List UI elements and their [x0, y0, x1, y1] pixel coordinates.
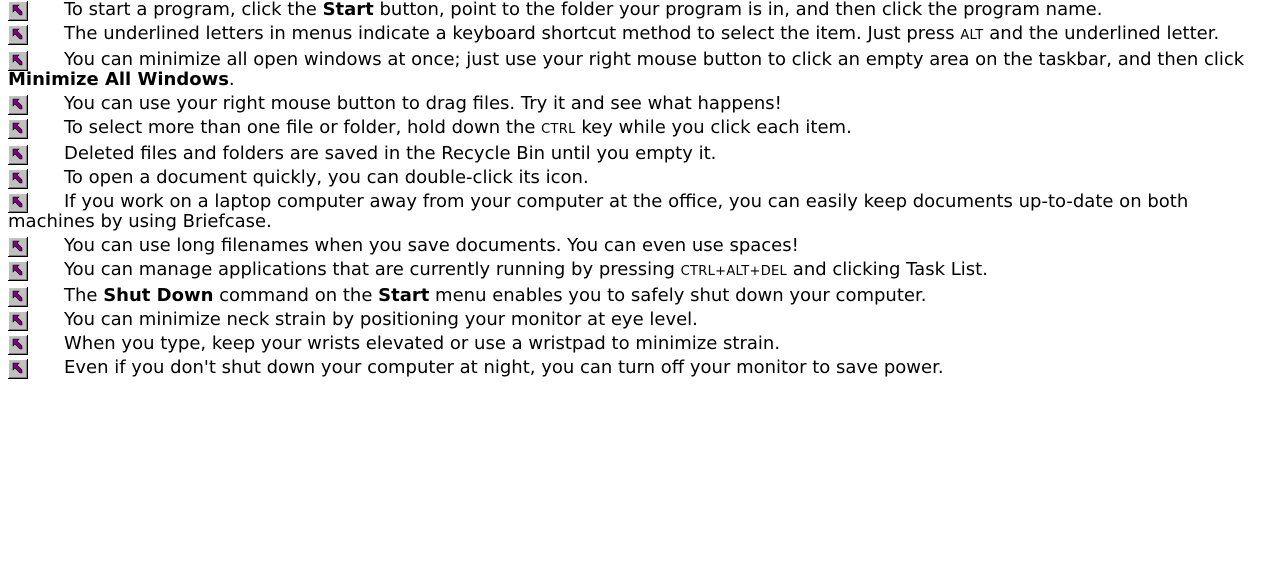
- tip-item: To select more than one file or folder, …: [8, 118, 1258, 140]
- shortcut-arrow-icon[interactable]: [8, 119, 28, 139]
- shortcut-arrow-icon[interactable]: [8, 359, 28, 379]
- shortcut-arrow-icon[interactable]: [8, 335, 28, 355]
- tip-item: Even if you don't shut down your compute…: [8, 357, 1258, 379]
- tip-emphasis: Shut Down: [103, 285, 214, 306]
- tip-text: Deleted files and folders are saved in t…: [64, 143, 717, 164]
- tip-text: When you type, keep your wrists elevated…: [64, 333, 781, 354]
- tip-text: The: [64, 285, 104, 306]
- tip-item: To start a program, click the Start butt…: [8, 0, 1258, 21]
- tip-text: menu enables you to safely shut down you…: [429, 285, 927, 306]
- tips-list: To start a program, click the Start butt…: [8, 0, 1258, 382]
- tip-key-name: CTRL: [541, 122, 576, 137]
- shortcut-arrow-icon[interactable]: [8, 169, 28, 189]
- tip-text: To select more than one file or folder, …: [64, 117, 542, 138]
- shortcut-arrow-icon[interactable]: [8, 1, 28, 21]
- tip-text: If you work on a laptop computer away fr…: [8, 191, 1189, 232]
- tip-item: You can use long filenames when you save…: [8, 235, 1258, 257]
- tip-item: You can minimize all open windows at onc…: [8, 50, 1258, 90]
- tip-text: You can use long filenames when you save…: [64, 235, 799, 256]
- tip-item: When you type, keep your wrists elevated…: [8, 333, 1258, 355]
- tip-emphasis: Start: [378, 285, 430, 306]
- tip-text: button, point to the folder your program…: [373, 0, 1103, 20]
- tip-emphasis: Minimize All Windows: [8, 69, 229, 90]
- shortcut-arrow-icon[interactable]: [8, 51, 28, 71]
- tip-emphasis: Start: [322, 0, 374, 20]
- tip-item: The Shut Down command on the Start menu …: [8, 285, 1258, 307]
- tip-key-name: ALT: [960, 28, 984, 43]
- tip-text: You can manage applications that are cur…: [64, 259, 681, 280]
- tip-item: Deleted files and folders are saved in t…: [8, 143, 1258, 165]
- shortcut-arrow-icon[interactable]: [8, 145, 28, 165]
- tip-item: To open a document quickly, you can doub…: [8, 167, 1258, 189]
- tip-text: You can minimize neck strain by position…: [64, 309, 698, 330]
- tip-text: Even if you don't shut down your compute…: [64, 357, 944, 378]
- tip-text: To start a program, click the: [64, 0, 323, 20]
- tip-text: The underlined letters in menus indicate…: [64, 23, 961, 44]
- tip-text: To open a document quickly, you can doub…: [64, 167, 589, 188]
- tip-key-name: CTRL+ALT+DEL: [680, 264, 788, 279]
- shortcut-arrow-icon[interactable]: [8, 287, 28, 307]
- shortcut-arrow-icon[interactable]: [8, 311, 28, 331]
- tip-item: The underlined letters in menus indicate…: [8, 24, 1258, 46]
- tip-text: You can minimize all open windows at onc…: [64, 49, 1245, 70]
- tip-text: and clicking Task List.: [787, 259, 988, 280]
- tip-text: .: [228, 69, 235, 90]
- tip-item: You can minimize neck strain by position…: [8, 309, 1258, 331]
- tip-item: If you work on a laptop computer away fr…: [8, 192, 1258, 232]
- tip-text: key while you click each item.: [575, 117, 852, 138]
- shortcut-arrow-icon[interactable]: [8, 237, 28, 257]
- tip-item: You can manage applications that are cur…: [8, 260, 1258, 282]
- shortcut-arrow-icon[interactable]: [8, 261, 28, 281]
- tip-text: You can use your right mouse button to d…: [64, 93, 782, 114]
- shortcut-arrow-icon[interactable]: [8, 193, 28, 213]
- shortcut-arrow-icon[interactable]: [8, 95, 28, 115]
- tip-text: and the underlined letter.: [983, 23, 1220, 44]
- tip-item: You can use your right mouse button to d…: [8, 93, 1258, 115]
- tip-text: command on the: [213, 285, 379, 306]
- shortcut-arrow-icon[interactable]: [8, 25, 28, 45]
